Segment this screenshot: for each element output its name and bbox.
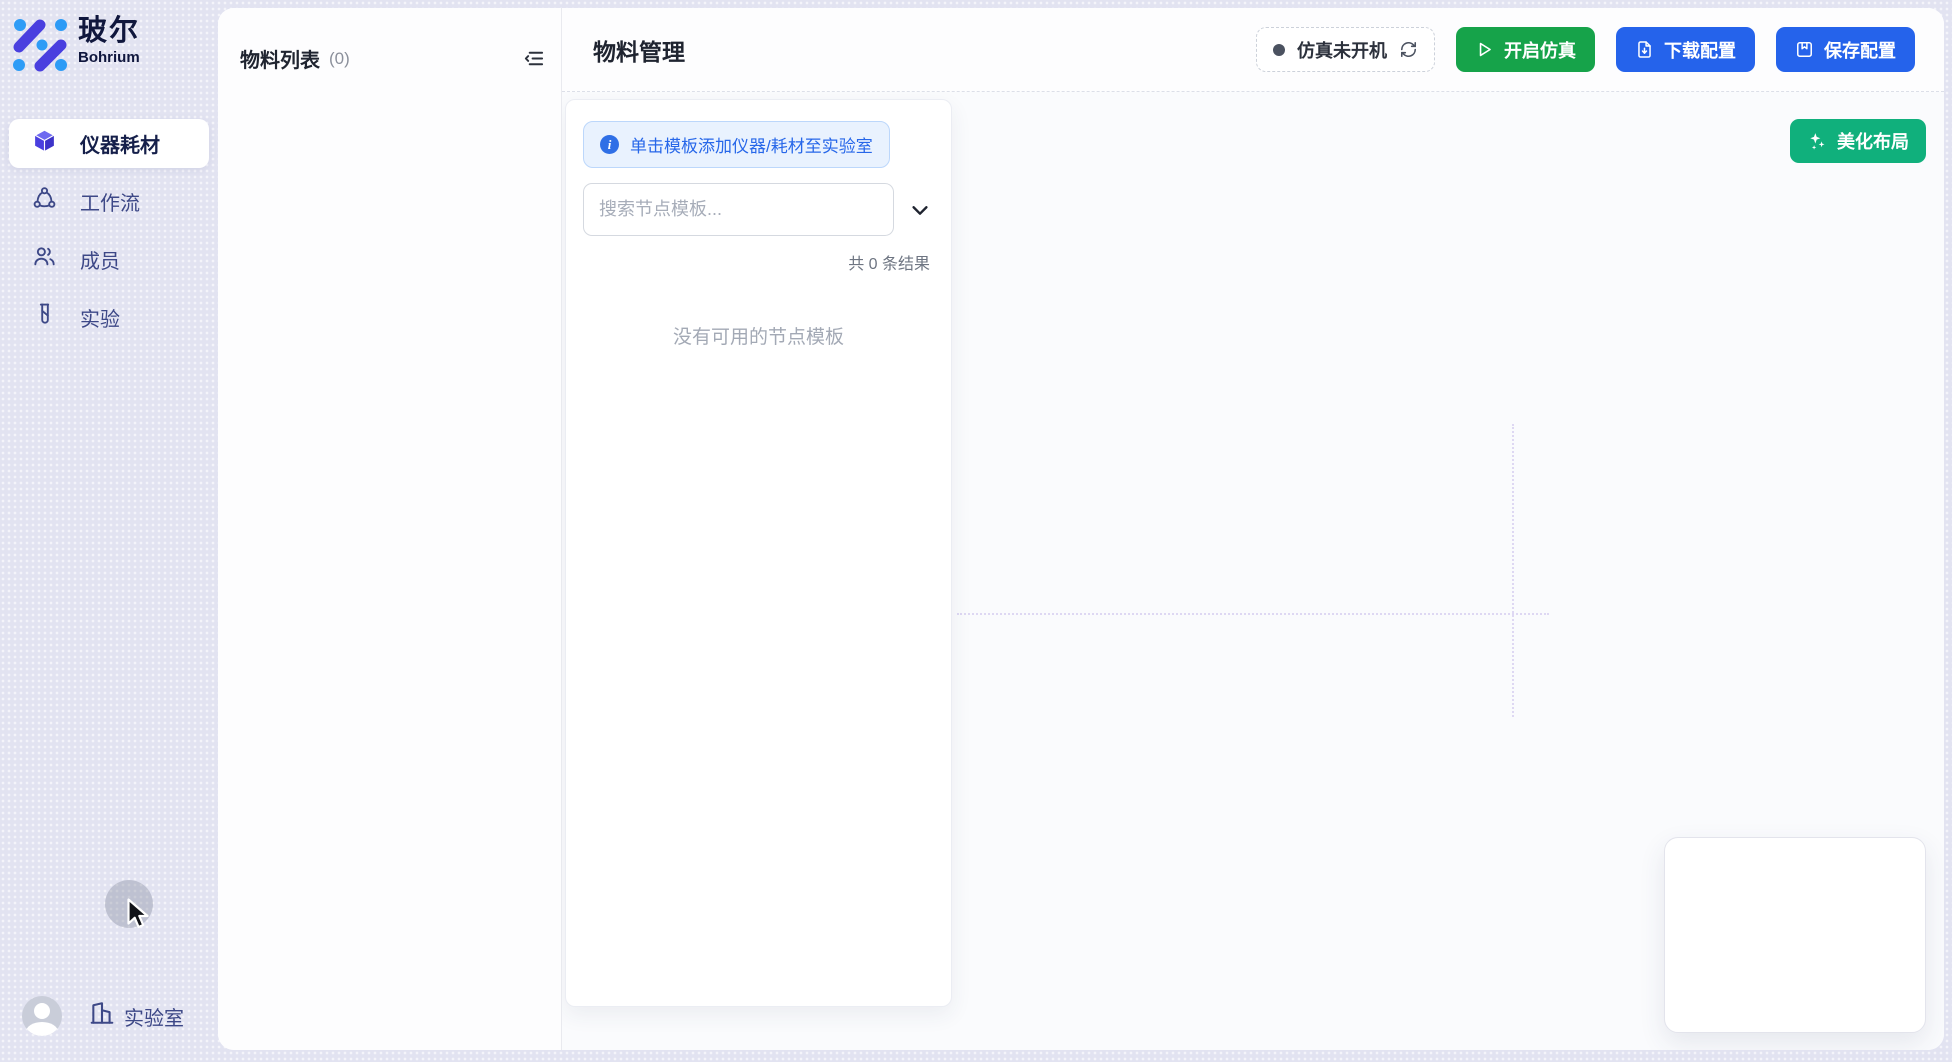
result-count: 共 0 条结果 bbox=[566, 250, 930, 274]
sidebar-item-label: 工作流 bbox=[80, 187, 140, 216]
header-actions: 仿真未开机 bbox=[1256, 27, 1915, 72]
save-config-button[interactable]: 保存配置 bbox=[1776, 27, 1915, 72]
brand-name-en: Bohrium bbox=[78, 49, 140, 66]
info-icon: i bbox=[600, 135, 619, 154]
sparkles-icon bbox=[1807, 131, 1827, 151]
material-list-count: (0) bbox=[329, 49, 350, 69]
canvas-guide-vertical bbox=[1512, 424, 1514, 717]
sidebar-item-members[interactable]: 成员 bbox=[9, 235, 209, 284]
download-config-button[interactable]: 下载配置 bbox=[1616, 27, 1755, 72]
layout-canvas[interactable]: i 单击模板添加仪器/耗材至实验室 共 0 条结果 没有可用的节点模板 bbox=[562, 92, 1944, 1050]
template-hint-text: 单击模板添加仪器/耗材至实验室 bbox=[630, 132, 873, 157]
empty-template-text: 没有可用的节点模板 bbox=[566, 322, 951, 349]
sidebar-item-label: 实验 bbox=[80, 303, 120, 332]
workflow-icon bbox=[32, 186, 57, 217]
chevron-down-icon[interactable] bbox=[909, 199, 931, 221]
canvas-guide-horizontal bbox=[957, 613, 1549, 615]
avatar-head bbox=[34, 1003, 50, 1019]
simulation-status-pill[interactable]: 仿真未开机 bbox=[1256, 27, 1435, 72]
status-label: 仿真未开机 bbox=[1297, 37, 1387, 63]
sidebar-item-experiment[interactable]: 实验 bbox=[9, 293, 209, 342]
members-icon bbox=[32, 244, 57, 275]
sidebar-nav: 仪器耗材 工作流 成员 bbox=[0, 119, 218, 342]
minimap[interactable] bbox=[1664, 837, 1926, 1033]
lab-selector-label: 实验室 bbox=[124, 1002, 184, 1031]
sidebar-item-instruments[interactable]: 仪器耗材 bbox=[9, 119, 209, 168]
sidebar-item-label: 成员 bbox=[80, 245, 120, 274]
save-config-label: 保存配置 bbox=[1824, 37, 1896, 63]
main-area: 物料管理 仿真未开机 bbox=[562, 8, 1944, 1050]
beautify-layout-label: 美化布局 bbox=[1837, 128, 1909, 154]
file-download-icon bbox=[1635, 40, 1654, 59]
page-header: 物料管理 仿真未开机 bbox=[562, 8, 1944, 92]
download-config-label: 下载配置 bbox=[1664, 37, 1736, 63]
brand-name-zh: 玻尔 bbox=[78, 16, 140, 48]
play-icon bbox=[1475, 40, 1494, 59]
brand-logo: 玻尔 Bohrium bbox=[0, 0, 218, 77]
sidebar-item-workflow[interactable]: 工作流 bbox=[9, 177, 209, 226]
material-list-panel: 物料列表 (0) bbox=[218, 8, 562, 1050]
template-hint-banner: i 单击模板添加仪器/耗材至实验室 bbox=[583, 121, 890, 168]
page-title: 物料管理 bbox=[593, 33, 685, 67]
sidebar: 玻尔 Bohrium 仪器耗材 bbox=[0, 0, 218, 1062]
template-search-row bbox=[583, 183, 931, 236]
material-list-title: 物料列表 bbox=[240, 44, 320, 73]
experiment-icon bbox=[32, 302, 57, 333]
beautify-layout-button[interactable]: 美化布局 bbox=[1790, 119, 1926, 163]
template-search-input[interactable] bbox=[583, 183, 894, 236]
material-list-header: 物料列表 (0) bbox=[218, 8, 561, 73]
save-icon bbox=[1795, 40, 1814, 59]
content-card: 物料列表 (0) 物料管理 仿真未开机 bbox=[218, 8, 1944, 1050]
user-avatar[interactable] bbox=[22, 996, 62, 1036]
collapse-panel-icon[interactable] bbox=[522, 47, 545, 70]
cube-icon bbox=[32, 128, 57, 159]
building-icon bbox=[89, 1000, 115, 1032]
bohrium-logo-icon bbox=[13, 16, 67, 77]
start-simulation-button[interactable]: 开启仿真 bbox=[1456, 27, 1595, 72]
start-simulation-label: 开启仿真 bbox=[1504, 37, 1576, 63]
status-dot-icon bbox=[1273, 44, 1285, 56]
avatar-body bbox=[26, 1022, 58, 1036]
lab-selector[interactable]: 实验室 bbox=[89, 1000, 184, 1032]
sidebar-item-label: 仪器耗材 bbox=[80, 129, 160, 158]
sidebar-footer: 实验室 bbox=[22, 996, 184, 1036]
refresh-icon[interactable] bbox=[1399, 40, 1418, 59]
template-panel: i 单击模板添加仪器/耗材至实验室 共 0 条结果 没有可用的节点模板 bbox=[565, 99, 952, 1007]
